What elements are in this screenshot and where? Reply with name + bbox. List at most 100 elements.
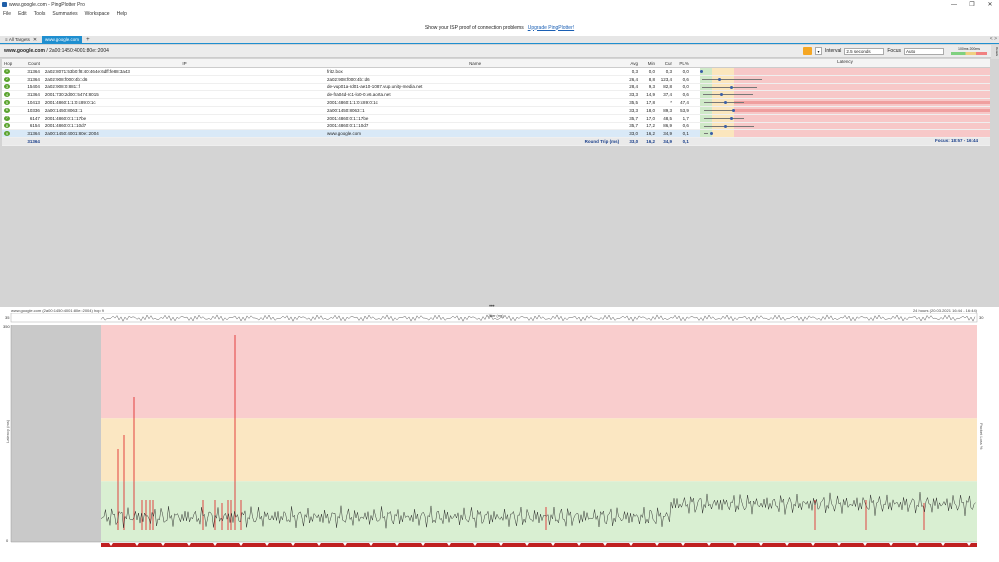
latency-avg-dot — [729, 85, 733, 89]
tab-label: All Targets — [8, 37, 30, 42]
band-green — [101, 481, 977, 542]
col-latency[interactable]: Latency — [700, 59, 990, 67]
cur-cell: 37,4 — [663, 92, 672, 98]
menu-workspace[interactable]: Workspace — [85, 11, 110, 17]
menu-bar: File Edit Tools Summaries Workspace Help — [0, 9, 999, 19]
trace-grid: Hop Count IP Name Avg Min Cur PL% Latenc… — [2, 59, 990, 146]
cur-cell: 34,9 — [663, 131, 672, 137]
cur-cell: 82,8 — [663, 84, 672, 90]
hop-row[interactable]: 7 6147 2001:4860:0:1::17be 2001:4860:0:1::1… — [2, 114, 990, 123]
pl-cell: 0,6 — [682, 123, 689, 129]
pl-cell: 0,0 — [682, 84, 689, 90]
hop-row[interactable]: 3 15404 2a02:908:0:881::f de-vup01a-rd01-ae… — [2, 83, 990, 92]
packet-loss-strip — [101, 543, 977, 547]
col-name[interactable]: Name — [324, 61, 623, 66]
summary-row: 31364 Round Trip (ms) 33,0 16,2 34,9 0,1… — [2, 138, 990, 146]
hop-row[interactable]: 2 31364 2a02:908:f000:4b::d6 2a02:908:f000:… — [2, 75, 990, 84]
col-count[interactable]: Count — [20, 61, 42, 66]
cur-cell: 123,4 — [660, 76, 672, 82]
app-logo-icon — [2, 2, 7, 7]
minimize-button[interactable]: — — [945, 0, 963, 9]
y-max-label: 350 — [3, 324, 10, 329]
details-side-tab[interactable]: Details — [991, 45, 999, 59]
min-cell: 18,0 — [646, 107, 656, 113]
focus-label: Focus — [887, 48, 901, 54]
latency-avg-dot — [717, 77, 721, 81]
col-hop[interactable]: Hop — [2, 61, 20, 66]
col-pl[interactable]: PL% — [674, 61, 691, 66]
menu-tools[interactable]: Tools — [34, 11, 46, 17]
dropdown-chevron-icon[interactable]: ▾ — [814, 47, 822, 55]
window-title: www.google.com - PingPlotter Pro — [9, 1, 85, 8]
hop-number-badge: 4 — [4, 92, 10, 98]
name-cell: 2001:4860:0:1::17be — [327, 115, 369, 121]
ip-cell: 2001:730:2d00::5474:8015 — [44, 92, 99, 98]
hop-row[interactable]: 6 10336 2a00:1450:8063::1 2a00:1450:8063::1… — [2, 106, 990, 115]
tab-target[interactable]: www.google.com — [42, 36, 83, 43]
packet-loss-bar — [733, 108, 990, 112]
y-axis-title: Latency (ms) — [5, 419, 10, 443]
hop-row[interactable]: 5 10413 2001:4860:1:1:0:c89:0:1c 2001:4860:… — [2, 99, 990, 107]
hop-number-badge: 9 — [4, 131, 10, 137]
latency-bar-cell — [699, 99, 990, 106]
maximize-button[interactable]: ❐ — [963, 0, 981, 9]
right-axis-title: Packet Loss % — [979, 423, 984, 450]
count-cell: 31364 — [27, 92, 40, 98]
timeline-graph[interactable]: 35 30 Jitter (ms) 350 0 Latency (ms) Packet Lo… — [0, 313, 999, 562]
menu-edit[interactable]: Edit — [18, 11, 27, 17]
menu-file[interactable]: File — [3, 11, 11, 17]
hop-row[interactable]: 8 6154 2001:4860:0:1::10d7 2001:4860:0:1::1… — [2, 122, 990, 131]
tab-nav-arrows[interactable]: < > — [990, 36, 997, 42]
latency-avg-dot — [729, 116, 733, 120]
col-cur[interactable]: Cur — [657, 61, 674, 66]
latency-timeline-chart[interactable]: 35 30Jitter (ms)3500Latency (ms) Packet Lo… — [0, 313, 999, 562]
cur-cell: 0,3 — [665, 68, 672, 74]
avg-cell: 35,5 — [629, 100, 639, 106]
ip-cell: 2a02:908:0:881::f — [44, 84, 80, 90]
latency-bar-cell — [699, 106, 990, 114]
upgrade-link[interactable]: Upgrade PingPlotter! — [528, 25, 574, 31]
jitter-right-label: 30 — [979, 315, 984, 320]
col-ip[interactable]: IP — [42, 61, 324, 66]
latency-range-bar — [703, 125, 754, 127]
col-avg[interactable]: Avg — [623, 61, 640, 66]
latency-avg-dot — [731, 108, 735, 112]
breadcrumb: www.google.com / 2a00:1450:4001:80e::200… — [4, 48, 109, 54]
hop-number-badge: 8 — [4, 123, 10, 129]
pl-cell: 0,6 — [682, 92, 689, 98]
pause-button[interactable] — [802, 47, 812, 55]
count-cell: 31364 — [27, 131, 40, 137]
min-cell: 16,2 — [646, 131, 656, 137]
min-cell: 17,0 — [646, 115, 656, 121]
min-cell: 8,8 — [648, 76, 656, 82]
hop-cell: 4 — [2, 92, 20, 98]
hop-cell: 1 — [2, 68, 20, 74]
ip-cell: 2001:4860:1:1:0:c89:0:1c — [44, 100, 96, 106]
add-tab-button[interactable]: + — [86, 37, 90, 43]
ip-cell: 2001:4860:0:1::17be — [44, 115, 87, 121]
name-cell: 2001:4860:0:1::10d7 — [327, 123, 369, 129]
col-min[interactable]: Min — [640, 61, 657, 66]
graph-time-range[interactable]: 24 hours (20.03.2021 16:44 - 16:44) — [913, 308, 977, 313]
hop-row[interactable]: 4 31364 2001:730:2d00::5474:8015 de-fra04d-… — [2, 91, 990, 100]
close-button[interactable]: ✕ — [981, 0, 999, 9]
summary-label: Round Trip (ms) — [584, 139, 620, 145]
tab-bar: ≡ All Targets ✕ www.google.com + < > — [0, 36, 999, 44]
hop-number-badge: 2 — [4, 76, 10, 82]
menu-help[interactable]: Help — [117, 11, 127, 17]
band-yellow — [101, 418, 977, 482]
hop-row[interactable]: 1 31364 2a02:8071:53b0:f8:40:464e:6dff:fe8… — [2, 68, 990, 76]
latency-range-bar — [703, 117, 744, 119]
focus-select[interactable]: Auto — [904, 47, 944, 55]
target-ip: / 2a00:1450:4001:80e::2004 — [44, 48, 109, 54]
tab-all-targets[interactable]: ≡ All Targets ✕ — [2, 36, 41, 43]
close-icon[interactable]: ✕ — [33, 37, 37, 43]
interval-select[interactable]: 2.5 seconds — [844, 47, 885, 55]
ip-cell: 2a00:1450:8063::1 — [44, 107, 83, 113]
min-cell: 17,8 — [646, 100, 656, 106]
avg-cell: 33,3 — [629, 107, 639, 113]
focus-range: Focus: 18:57 - 16:44 — [934, 138, 978, 144]
hop-row[interactable]: 9 31364 2a00:1450:4001:80e::2004 www.google… — [2, 130, 990, 139]
hop-number-badge: 6 — [4, 107, 10, 113]
menu-summaries[interactable]: Summaries — [52, 11, 77, 17]
